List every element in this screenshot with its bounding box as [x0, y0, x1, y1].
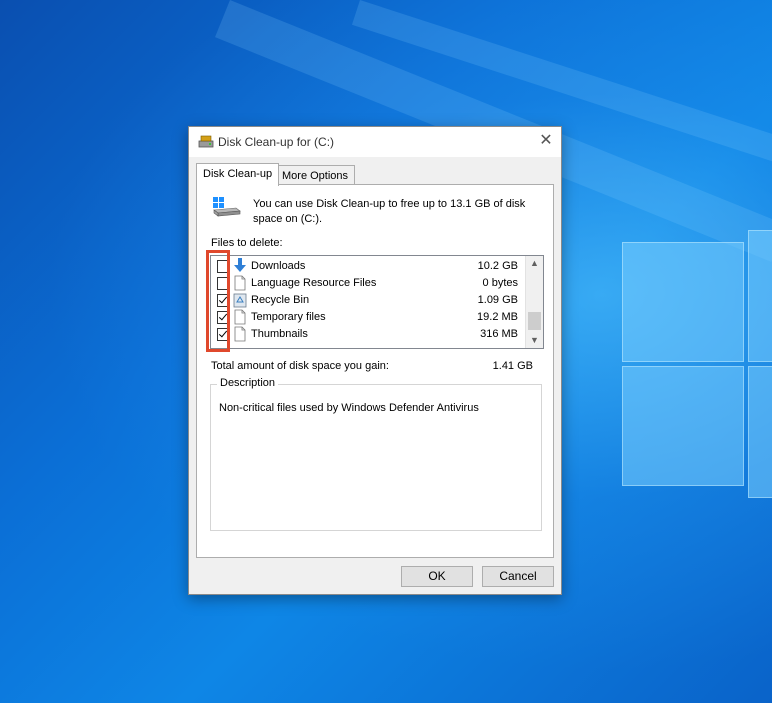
tab-more-options[interactable]: More Options	[275, 165, 356, 186]
file-icon	[234, 275, 246, 291]
checkbox-highlight-annotation	[206, 250, 230, 352]
file-icon	[234, 309, 246, 325]
description-group: Description Non-critical files used by W…	[210, 377, 542, 531]
scroll-down-arrow-icon[interactable]: ▼	[526, 333, 543, 348]
tab-disk-cleanup[interactable]: Disk Clean-up	[196, 163, 280, 186]
list-item-thumbnails[interactable]: Thumbnails 316 MB	[211, 326, 526, 343]
close-button[interactable]: ✕	[531, 127, 561, 157]
files-to-delete-list[interactable]: Downloads 10.2 GB Language Resource File…	[210, 255, 544, 349]
list-item-recycle-bin[interactable]: Recycle Bin 1.09 GB	[211, 292, 526, 309]
scroll-up-arrow-icon[interactable]: ▲	[526, 256, 543, 271]
file-name: Thumbnails	[251, 328, 308, 340]
total-space-label: Total amount of disk space you gain:	[211, 360, 389, 372]
download-arrow-icon	[234, 258, 246, 272]
file-size: 10.2 GB	[477, 260, 518, 272]
disk-cleanup-icon	[198, 135, 214, 148]
file-size: 19.2 MB	[477, 311, 518, 323]
description-legend: Description	[217, 377, 279, 389]
disk-cleanup-dialog: Disk Clean-up for (C:) ✕ Disk Clean-up M…	[188, 126, 562, 595]
list-item-language-resource-files[interactable]: Language Resource Files 0 bytes	[211, 275, 526, 292]
file-size: 0 bytes	[482, 277, 518, 289]
tab-panel: You can use Disk Clean-up to free up to …	[196, 184, 554, 558]
file-icon	[234, 326, 246, 342]
window-title: Disk Clean-up for (C:)	[218, 135, 335, 149]
file-size: 316 MB	[480, 328, 518, 340]
file-size: 1.09 GB	[477, 294, 518, 306]
close-icon: ✕	[539, 132, 553, 149]
hard-drive-icon	[213, 197, 241, 217]
recycle-bin-icon	[233, 293, 247, 308]
file-name: Downloads	[251, 260, 306, 272]
file-name: Recycle Bin	[251, 294, 310, 306]
list-item-temporary-files[interactable]: Temporary files 19.2 MB	[211, 309, 526, 326]
vertical-scrollbar[interactable]: ▲ ▼	[525, 256, 543, 348]
title-bar[interactable]: Disk Clean-up for (C:) ✕	[189, 127, 561, 157]
total-space-value: 1.41 GB	[492, 360, 533, 372]
description-text: Non-critical files used by Windows Defen…	[219, 402, 479, 414]
file-name: Temporary files	[251, 311, 326, 323]
cancel-button[interactable]: Cancel	[482, 566, 554, 587]
ok-button[interactable]: OK	[401, 566, 473, 587]
file-name: Language Resource Files	[251, 277, 377, 289]
files-to-delete-label: Files to delete:	[211, 237, 283, 249]
scrollbar-thumb[interactable]	[528, 312, 541, 330]
list-item-downloads[interactable]: Downloads 10.2 GB	[211, 258, 526, 275]
intro-text: You can use Disk Clean-up to free up to …	[253, 198, 526, 225]
windows-logo-wallpaper	[622, 228, 772, 498]
